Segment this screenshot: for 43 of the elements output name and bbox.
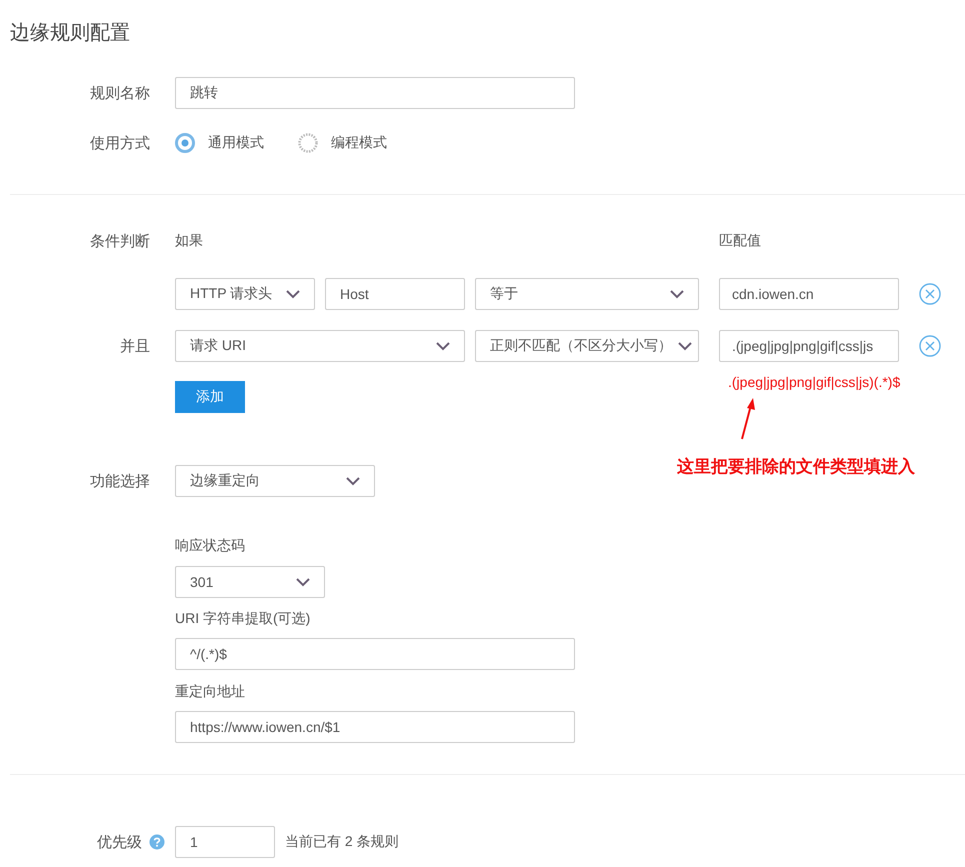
input-field[interactable]: ^/(.*)$ (175, 638, 575, 670)
input-field[interactable]: Host (325, 278, 465, 310)
caret-icon (286, 290, 300, 298)
dropdown[interactable]: 正则不匹配（不区分大小写） (475, 330, 699, 362)
radio-button[interactable] (175, 133, 195, 153)
field-label: 响应状态码 (175, 537, 246, 555)
add-button[interactable]: 添加 (175, 381, 245, 413)
field-label: 规则名称 (90, 84, 150, 102)
help-icon[interactable] (149, 834, 165, 850)
caret-icon (436, 342, 450, 350)
dropdown[interactable]: 301 (175, 566, 325, 598)
name-field[interactable]: 跳转 (175, 77, 575, 109)
annotation-text: .(jpeg|jpg|png|gif|css|js)(.*)$ (728, 374, 900, 390)
radio-label[interactable]: 编程模式 (331, 134, 387, 152)
dropdown[interactable]: 等于 (475, 278, 699, 310)
column-header: 匹配值 (719, 232, 762, 250)
radio-label[interactable]: 通用模式 (208, 134, 264, 152)
rule-count-text: 当前已有 2 条规则 (285, 833, 399, 851)
field-label: 重定向地址 (175, 683, 246, 701)
page-title: 边缘规则配置 (9, 21, 131, 46)
remove-icon[interactable] (919, 283, 941, 305)
annotation-arrow (738, 397, 758, 441)
field-label: 条件判断 (90, 232, 150, 250)
caret-icon (296, 578, 310, 586)
caret-icon (670, 290, 684, 298)
dropdown[interactable]: 请求 URI (175, 330, 465, 362)
input-field[interactable]: .(jpeg|jpg|png|gif|css|js (719, 330, 899, 362)
field-label: 并且 (120, 336, 150, 356)
caret-icon (678, 342, 692, 350)
field-label: 功能选择 (90, 472, 150, 490)
column-header: 如果 (175, 232, 204, 250)
remove-icon[interactable] (919, 335, 941, 357)
input-field[interactable]: https://www.iowen.cn/$1 (175, 711, 575, 743)
field-label: 使用方式 (90, 134, 150, 152)
dropdown[interactable]: HTTP 请求头 (175, 278, 315, 310)
field-label: URI 字符串提取(可选) (175, 610, 312, 628)
annotation-text: 这里把要排除的文件类型填进入 (677, 456, 915, 478)
priority-field[interactable]: 1 (175, 826, 275, 858)
input-field[interactable]: cdn.iowen.cn (719, 278, 899, 310)
caret-icon (346, 476, 360, 486)
radio-button[interactable] (298, 133, 318, 153)
field-label: 优先级 (97, 832, 142, 852)
dropdown[interactable]: 边缘重定向 (175, 465, 375, 497)
